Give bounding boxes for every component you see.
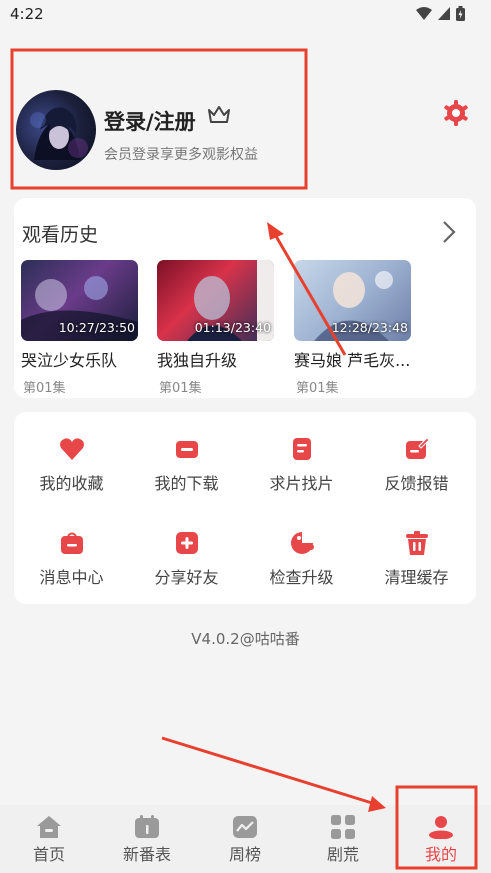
menu-label: 分享好友 — [154, 568, 219, 587]
crown-icon — [208, 106, 230, 123]
calendar-icon — [135, 815, 159, 838]
avatar-image — [30, 107, 88, 160]
history-item-episode: 第01集 — [159, 381, 202, 396]
avatar[interactable] — [16, 90, 96, 170]
history-thumbnail[interactable]: 12:28/23:48 — [294, 260, 411, 341]
upgrade-icon — [290, 532, 314, 554]
user-icon — [429, 816, 453, 839]
watch-history-card: 观看历史 10:27/23:50 哭泣少女乐队 第01集 01:13/23:40… — [14, 198, 476, 398]
settings-gear-icon[interactable] — [443, 100, 469, 126]
battery-icon — [456, 6, 465, 21]
share-icon — [175, 532, 198, 554]
menu-item-request[interactable]: 求片找片 — [244, 436, 359, 494]
menu-label: 我的下载 — [154, 474, 219, 493]
history-item-title: 赛马娘 芦毛灰... — [294, 351, 411, 370]
history-item[interactable]: 01:13/23:40 我独自升级 第01集 — [157, 260, 274, 396]
history-progress: 01:13/23:40 — [194, 320, 271, 335]
history-title: 观看历史 — [22, 224, 99, 246]
nav-item-discover[interactable]: 剧荒 — [294, 805, 392, 873]
menu-item-share[interactable]: 分享好友 — [129, 530, 244, 588]
menu-label: 消息中心 — [39, 568, 104, 587]
history-item[interactable]: 12:28/23:48 赛马娘 芦毛灰... 第01集 — [294, 260, 411, 396]
download-icon — [175, 441, 198, 458]
function-menu-card: 我的收藏 我的下载 求片找片 反馈报错 消息中心 分享好友 检查升级 清理缓存 — [14, 412, 476, 604]
history-item[interactable]: 10:27/23:50 哭泣少女乐队 第01集 — [21, 260, 138, 396]
history-item-episode: 第01集 — [296, 381, 339, 396]
nav-item-mine[interactable]: 我的 — [392, 805, 490, 873]
message-icon — [60, 532, 83, 554]
nav-label: 周榜 — [228, 845, 261, 864]
menu-label: 我的收藏 — [39, 474, 104, 493]
menu-label: 反馈报错 — [384, 474, 449, 493]
menu-item-messages[interactable]: 消息中心 — [14, 530, 129, 588]
wifi-icon — [416, 6, 432, 20]
trash-icon — [405, 531, 428, 555]
history-item-episode: 第01集 — [23, 381, 66, 396]
history-progress: 12:28/23:48 — [331, 320, 408, 335]
history-thumbnail[interactable]: 10:27/23:50 — [21, 260, 138, 341]
history-progress: 10:27/23:50 — [58, 320, 135, 335]
history-item-title: 我独自升级 — [157, 351, 238, 370]
nav-label: 新番表 — [122, 845, 171, 864]
nav-item-weekly-chart[interactable]: 周榜 — [196, 805, 294, 873]
nav-item-home[interactable]: 首页 — [0, 805, 98, 873]
heart-icon — [59, 438, 84, 460]
menu-item-downloads[interactable]: 我的下载 — [129, 436, 244, 494]
signal-icon — [438, 6, 450, 20]
menu-item-upgrade[interactable]: 检查升级 — [244, 530, 359, 588]
menu-item-favorites[interactable]: 我的收藏 — [14, 436, 129, 494]
chart-icon — [233, 816, 257, 838]
menu-label: 求片找片 — [269, 474, 334, 493]
menu-label: 清理缓存 — [384, 568, 449, 587]
profile-header[interactable]: 登录/注册 会员登录享更多观影权益 — [16, 84, 476, 176]
version-text: V4.0.2@咕咕番 — [191, 630, 300, 648]
history-item-title: 哭泣少女乐队 — [21, 351, 118, 370]
nav-label: 首页 — [32, 845, 65, 864]
menu-item-clear-cache[interactable]: 清理缓存 — [359, 530, 474, 588]
status-icons — [416, 6, 465, 21]
login-register-title[interactable]: 登录/注册 — [104, 106, 196, 136]
nav-label: 剧荒 — [326, 845, 359, 864]
bottom-nav: 首页 新番表 周榜 剧荒 我的 — [0, 805, 491, 873]
history-thumbnail[interactable]: 01:13/23:40 — [157, 260, 274, 341]
chevron-right-icon[interactable] — [442, 220, 456, 244]
nav-item-new-anime[interactable]: 新番表 — [98, 805, 196, 873]
menu-item-feedback[interactable]: 反馈报错 — [359, 436, 474, 494]
status-bar: 4:22 — [0, 0, 491, 28]
grid-icon — [331, 815, 355, 839]
menu-label: 检查升级 — [269, 568, 334, 587]
home-icon — [37, 816, 61, 838]
request-icon — [292, 438, 311, 460]
status-time: 4:22 — [10, 5, 44, 23]
login-subtitle: 会员登录享更多观影权益 — [104, 147, 258, 163]
feedback-icon — [405, 437, 430, 459]
nav-label: 我的 — [424, 845, 457, 864]
annotation-arrow-right — [161, 736, 386, 812]
